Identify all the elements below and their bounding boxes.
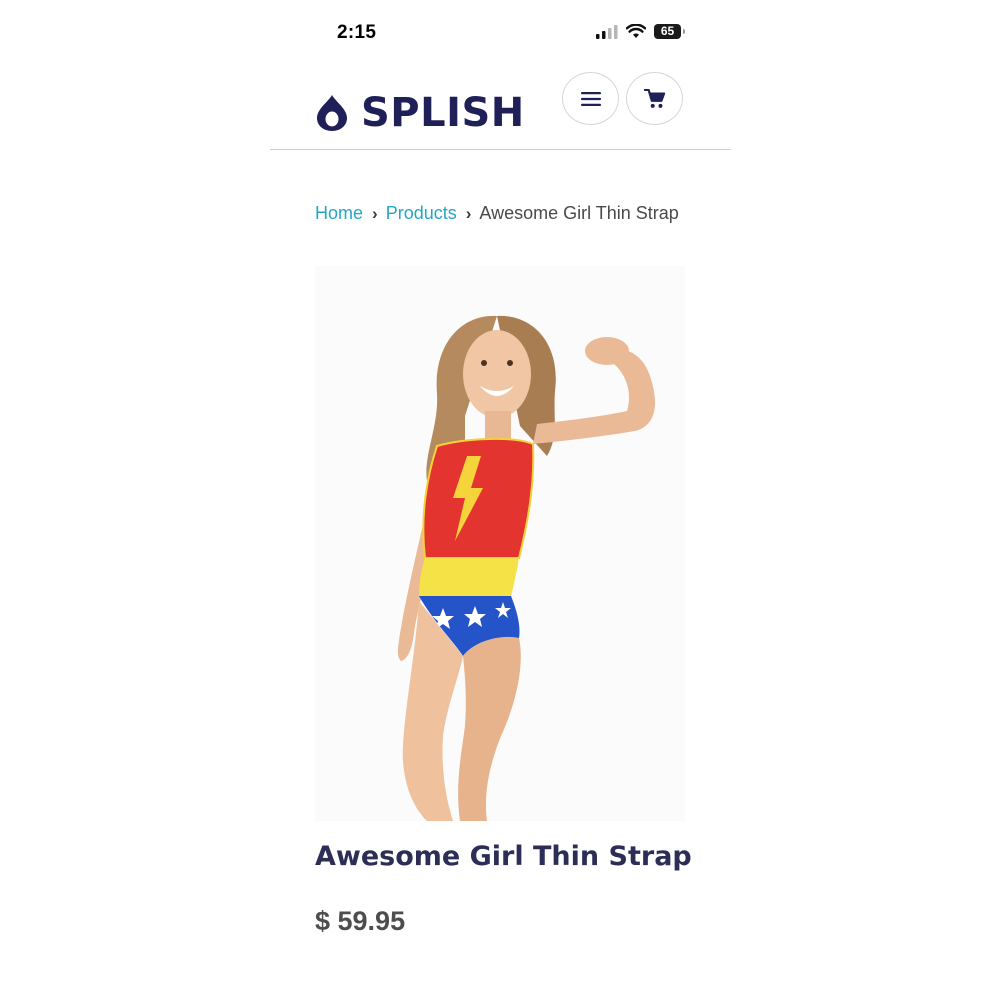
- site-logo[interactable]: SPLISH: [315, 90, 525, 136]
- breadcrumb-products[interactable]: Products: [386, 203, 457, 223]
- chevron-right-icon: ›: [465, 204, 472, 223]
- breadcrumb-current: Awesome Girl Thin Strap: [479, 203, 679, 223]
- status-icons: 65: [596, 24, 685, 39]
- shopping-cart-icon: [643, 88, 665, 108]
- logo-text: SPLISH: [361, 90, 525, 136]
- water-drop-icon: [317, 95, 347, 131]
- product-price: $ 59.95: [315, 906, 406, 936]
- product-page: 2:15 65 SPLISH Home › Products › Awesome…: [0, 0, 1000, 1000]
- chevron-right-icon: ›: [372, 204, 378, 223]
- header-divider: [270, 149, 731, 150]
- product-image[interactable]: [315, 266, 685, 821]
- product-photo: [315, 266, 685, 821]
- breadcrumb: Home › Products › Awesome Girl Thin Strap: [315, 196, 685, 231]
- product-title: Awesome Girl Thin Strap: [315, 841, 692, 872]
- hamburger-menu-icon: [580, 91, 601, 106]
- battery-indicator: 65: [654, 24, 685, 39]
- breadcrumb-home[interactable]: Home: [315, 203, 363, 223]
- cart-button[interactable]: [626, 72, 683, 125]
- wifi-icon: [626, 24, 646, 38]
- menu-button[interactable]: [562, 72, 619, 125]
- status-time: 2:15: [337, 22, 377, 43]
- cellular-signal-icon: [596, 24, 618, 39]
